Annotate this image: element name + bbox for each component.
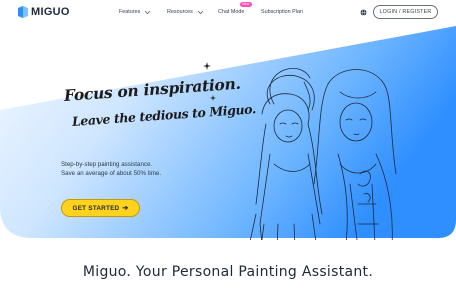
brand-logo[interactable]: MIGUO [18,5,70,19]
arrow-right-icon: ➔ [122,205,129,212]
sparkle-icon [210,95,216,101]
nav-item-label: Chat Mode [218,9,245,15]
nav-item-subscription-plan[interactable]: Subscription Plan [261,9,303,15]
brand-name: MIGUO [31,6,70,18]
chevron-down-icon [144,10,151,14]
subtext-line-2: Save an average of about 50% time. [61,170,162,178]
subtext-line-1: Step-by-step painting assistance. [61,161,153,168]
new-badge: New [240,2,252,8]
sparkle-icon [203,62,211,70]
nav-item-chat-mode[interactable]: Chat Mode [218,9,244,15]
nav-item-resources[interactable]: Resources [167,9,204,15]
hero-subtext: Step-by-step painting assistance. Save a… [61,160,161,179]
miguo-logo-icon [18,6,28,18]
cta-label: GET STARTED [72,204,120,212]
nav-item-label: Features [119,9,141,15]
globe-icon[interactable] [360,9,367,16]
chevron-down-icon [197,10,204,14]
get-started-button[interactable]: GET STARTED ➔ [61,199,140,217]
hero-headline: Focus on inspiration. Leave the tedious … [63,74,256,144]
section-title: Miguo. Your Personal Painting Assistant. [82,264,374,280]
nav-item-label: Subscription Plan [261,9,303,15]
nav-item-label: Resources [167,9,193,15]
top-navbar: MIGUO Features Resources Chat Mode New S… [0,0,456,24]
nav-item-features[interactable]: Features [119,9,151,15]
hero-section: Focus on inspiration. Leave the tedious … [0,24,456,240]
login-register-button[interactable]: LOGIN / REGISTER [373,5,438,19]
